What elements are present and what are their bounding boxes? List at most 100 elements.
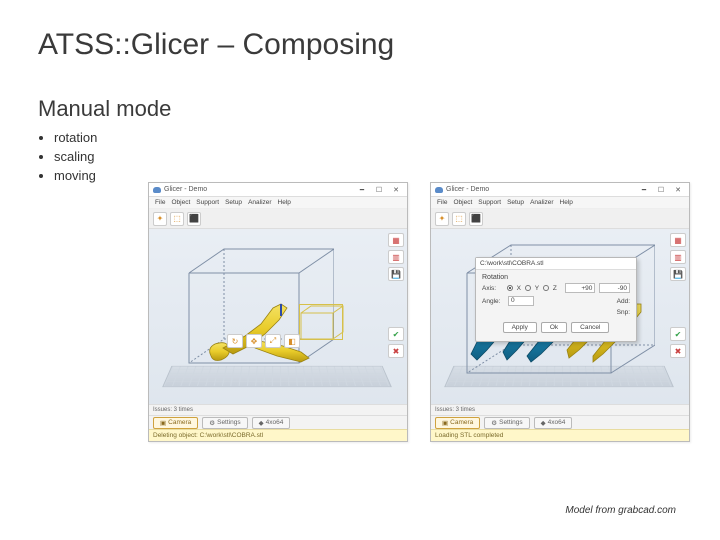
bullet-item: moving [54,168,682,183]
model-3d[interactable] [205,300,315,364]
dialog-title: C:\work\stl\COBRA.stl [476,258,636,270]
axis-z-label: Z [553,285,557,292]
menu-item[interactable]: Help [560,199,573,206]
axis-x-radio[interactable] [507,285,513,291]
menu-item[interactable]: Object [171,199,190,206]
window-title: Glicer - Demo [164,186,352,193]
viewport-3d[interactable]: C:\work\stl\COBRA.stl Rotation Axis: X Y… [431,229,689,404]
titlebar: Glicer - Demo ━ ☐ ✕ [149,183,407,197]
tab-settings[interactable]: ⚙Settings [202,417,247,429]
axis-x-label: X [517,285,521,292]
tool-delete-icon[interactable]: ▦ [388,233,404,247]
tool-save-icon[interactable]: 💾 [388,267,404,281]
app-window-right: Glicer - Demo ━ ☐ ✕ File Object Support … [430,182,690,442]
notification-text: Deleting object: C:\work\stl\COBRA.stl [153,432,263,439]
tool-button[interactable]: ◧ [284,334,300,348]
minimize-button[interactable]: ━ [637,185,651,195]
minimize-button[interactable]: ━ [355,185,369,195]
menu-item[interactable]: Object [453,199,472,206]
menu-item[interactable]: Setup [507,199,524,206]
tab-camera[interactable]: ▣Camera [153,417,198,429]
tool-button[interactable]: ⬛ [469,212,483,226]
menu-item[interactable]: File [155,199,165,206]
axis-y-label: Y [535,285,539,292]
app-icon [153,187,161,193]
angle-input[interactable]: 0 [508,296,534,306]
menu-item[interactable]: Setup [225,199,242,206]
titlebar: Glicer - Demo ━ ☐ ✕ [431,183,689,197]
menu-item[interactable]: Help [278,199,291,206]
ok-button[interactable]: Ok [541,322,567,333]
slide-title: ATSS::Glicer – Composing [38,28,682,62]
tool-rotate-icon[interactable]: ↻ [227,334,243,348]
menu-item[interactable]: Support [478,199,501,206]
axis-label: Axis: [482,285,503,292]
viewport-3d[interactable]: ▦ ▥ 💾 ✔ ✖ ↻ ✥ ⤢ ◧ [149,229,407,404]
bullet-item: scaling [54,149,682,164]
tool-delete-icon[interactable]: ▦ [670,233,686,247]
rotation-dialog: C:\work\stl\COBRA.stl Rotation Axis: X Y… [475,257,637,342]
status-text: Issues: 3 times [153,407,193,413]
tab-camera[interactable]: ▣Camera [435,417,480,429]
right-toolbar-lower: ✔ ✖ [388,327,404,358]
menubar: File Object Support Setup Analizer Help [431,197,689,209]
menubar: File Object Support Setup Analizer Help [149,197,407,209]
notification-bar: Loading STL completed [431,429,689,441]
tool-button[interactable]: ⬛ [187,212,201,226]
tool-button[interactable]: ▥ [388,250,404,264]
menu-item[interactable]: Analizer [530,199,553,206]
tool-cancel-icon[interactable]: ✖ [670,344,686,358]
tool-button[interactable]: ✦ [435,212,449,226]
maximize-button[interactable]: ☐ [372,185,386,195]
menu-item[interactable]: File [437,199,447,206]
maximize-button[interactable]: ☐ [654,185,668,195]
menu-item[interactable]: Analizer [248,199,271,206]
spin-minus90[interactable]: -90 [599,283,630,293]
apply-button[interactable]: Apply [503,322,537,333]
tool-move-icon[interactable]: ✥ [246,334,262,348]
app-icon [435,187,443,193]
bullet-list: rotation scaling moving [54,130,682,183]
spin-plus90[interactable]: +90 [565,283,596,293]
tab-strip: ▣Camera ⚙Settings ◆4xo64 [149,415,407,429]
status-bar: Issues: 3 times [149,404,407,415]
tab-strip: ▣Camera ⚙Settings ◆4xo64 [431,415,689,429]
mid-toolbar: ↻ ✥ ⤢ ◧ [227,334,300,348]
tool-cancel-icon[interactable]: ✖ [388,344,404,358]
right-toolbar: ▦ ▥ 💾 [670,233,686,281]
right-toolbar-lower: ✔ ✖ [670,327,686,358]
tool-scale-icon[interactable]: ⤢ [265,334,281,348]
close-button[interactable]: ✕ [671,185,685,195]
status-text: Issues: 3 times [435,407,475,413]
add-label: Add: [617,298,630,305]
notification-text: Loading STL completed [435,432,503,439]
close-button[interactable]: ✕ [389,185,403,195]
tool-confirm-icon[interactable]: ✔ [388,327,404,341]
tool-confirm-icon[interactable]: ✔ [670,327,686,341]
tool-button[interactable]: ⬚ [170,212,184,226]
angle-label: Angle: [482,298,504,305]
footnote: Model from grabcad.com [565,505,676,516]
axis-y-radio[interactable] [525,285,531,291]
bullet-item: rotation [54,130,682,145]
tool-button[interactable]: ⬚ [452,212,466,226]
tool-button[interactable]: ✦ [153,212,167,226]
toolbar: ✦ ⬚ ⬛ [149,209,407,229]
menu-item[interactable]: Support [196,199,219,206]
window-title: Glicer - Demo [446,186,634,193]
tab-model[interactable]: ◆4xo64 [252,417,291,429]
tool-button[interactable]: ▥ [670,250,686,264]
notification-bar: Deleting object: C:\work\stl\COBRA.stl [149,429,407,441]
tool-save-icon[interactable]: 💾 [670,267,686,281]
toolbar: ✦ ⬚ ⬛ [431,209,689,229]
status-bar: Issues: 3 times [431,404,689,415]
app-window-left: Glicer - Demo ━ ☐ ✕ File Object Support … [148,182,408,442]
cancel-button[interactable]: Cancel [571,322,609,333]
tab-model[interactable]: ◆4xo64 [534,417,573,429]
tab-settings[interactable]: ⚙Settings [484,417,529,429]
slide-subtitle: Manual mode [38,96,682,122]
dialog-section-label: Rotation [482,274,630,281]
axis-z-radio[interactable] [543,285,549,291]
right-toolbar: ▦ ▥ 💾 [388,233,404,281]
snap-label: Snp: [617,309,630,316]
